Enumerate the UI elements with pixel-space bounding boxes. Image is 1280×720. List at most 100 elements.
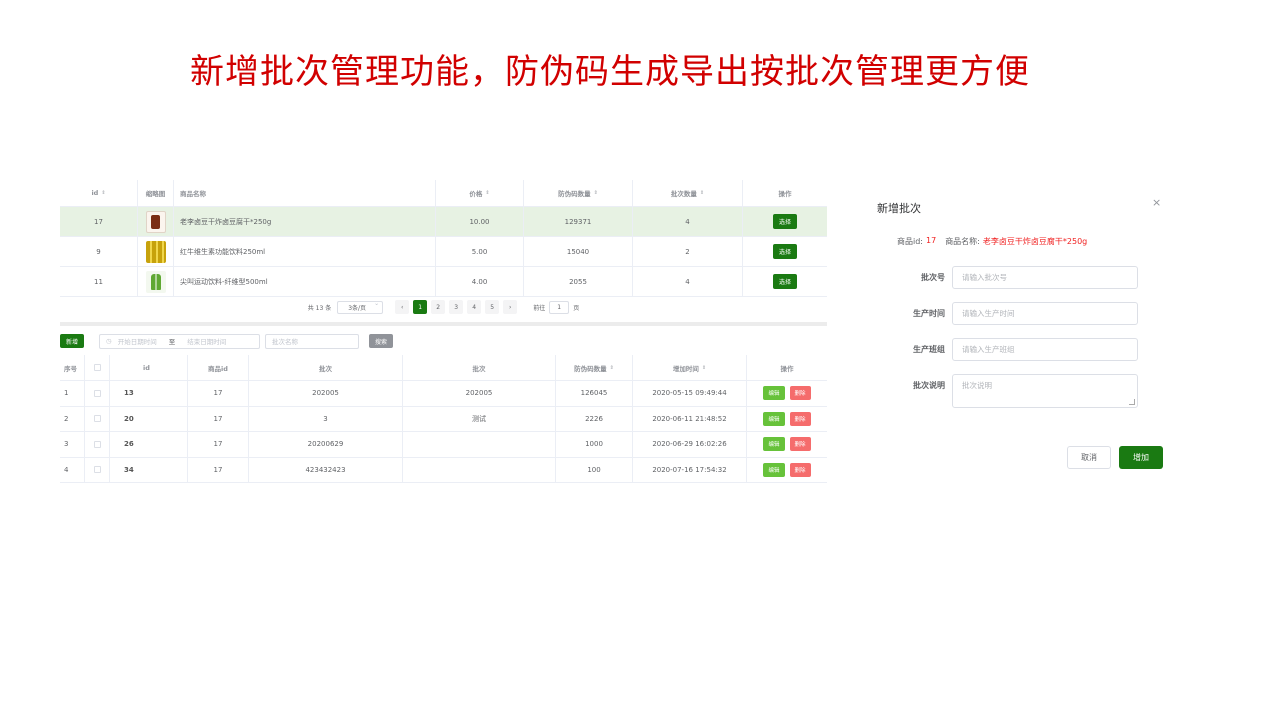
col-select-all: [85, 355, 110, 380]
start-date-input[interactable]: 开始日期时间: [118, 336, 157, 346]
col-name: 商品名称: [174, 180, 436, 206]
page-button-3[interactable]: 3: [449, 300, 464, 314]
col-price[interactable]: 价格 ⇕: [436, 180, 524, 206]
goto-page-input[interactable]: 1: [549, 300, 570, 314]
production-time-label: 生产时间: [913, 309, 945, 318]
page-button-4[interactable]: 4: [467, 300, 482, 314]
clock-icon: ◷: [106, 337, 112, 345]
select-button[interactable]: 选择: [772, 244, 797, 259]
confirm-add-button[interactable]: 增加: [1119, 446, 1163, 469]
row-product-id: 17: [188, 457, 249, 482]
sort-icon[interactable]: ⇕: [700, 190, 704, 196]
edit-button[interactable]: 编辑: [763, 386, 785, 401]
row-code-count: 15040: [524, 237, 633, 266]
col-add-time[interactable]: 增加时间 ⇕: [633, 355, 747, 380]
product-name-label: 商品名称:: [945, 237, 980, 246]
row-checkbox[interactable]: [93, 415, 101, 423]
product-table-header: id ⇕ 缩略图 商品名称 价格 ⇕ 防伪码数量 ⇕ 批次数量 ⇕ 操作: [60, 180, 827, 207]
table-row[interactable]: 4 34 17 423432423 100 2020-07-16 17:54:3…: [60, 457, 827, 483]
prev-page-button[interactable]: ‹: [395, 300, 410, 314]
row-batch: 20200629: [249, 432, 403, 457]
search-button[interactable]: 搜索: [369, 334, 394, 348]
batch-no-input[interactable]: 请输入批次号: [952, 266, 1138, 289]
edit-button[interactable]: 编辑: [763, 437, 785, 452]
end-date-input[interactable]: 结束日期时间: [187, 336, 226, 346]
goto-page: 前往 1 页: [533, 300, 580, 314]
thumbnail-cell: [138, 267, 174, 296]
next-page-button[interactable]: ›: [503, 300, 518, 314]
row-checkbox[interactable]: [93, 466, 101, 474]
table-row[interactable]: 9 红牛维生素功能饮料250ml 5.00 15040 2 选择: [60, 237, 827, 267]
col-op: 操作: [780, 364, 794, 373]
production-team-input[interactable]: 请输入生产班组: [952, 338, 1138, 361]
add-batch-button[interactable]: 新增: [60, 334, 85, 348]
col-id[interactable]: id ⇕: [60, 180, 138, 206]
page-button-5[interactable]: 5: [485, 300, 500, 314]
sort-icon[interactable]: ⇕: [101, 190, 105, 196]
batch-desc-label: 批次说明: [913, 381, 945, 390]
table-row[interactable]: 11 尖叫运动饮料-纤维型500ml 4.00 2055 4 选择: [60, 267, 827, 297]
row-name: 尖叫运动饮料-纤维型500ml: [174, 267, 436, 296]
row-batch-count: 2: [633, 237, 743, 266]
row-checkbox[interactable]: [93, 389, 101, 397]
row-checkbox[interactable]: [93, 440, 101, 448]
product-thumbnail: [145, 240, 166, 263]
select-button[interactable]: 选择: [772, 214, 797, 229]
form-row-batch-desc: 批次说明 批次说明: [860, 374, 1180, 408]
row-check-cell: [85, 457, 110, 482]
batch-desc-textarea[interactable]: 批次说明: [952, 374, 1138, 408]
row-price: 5.00: [436, 237, 524, 266]
row-code-count: 126045: [556, 381, 633, 406]
delete-button[interactable]: 删除: [789, 386, 811, 401]
row-code-count: 2226: [556, 406, 633, 431]
close-icon[interactable]: ×: [1152, 196, 1161, 209]
delete-button[interactable]: 删除: [789, 462, 811, 477]
row-batch-desc: 202005: [403, 381, 556, 406]
edit-button[interactable]: 编辑: [763, 462, 785, 477]
row-name: 红牛维生素功能饮料250ml: [174, 237, 436, 266]
table-row[interactable]: 17 老李卤豆干炸卤豆腐干*250g 10.00 129371 4 选择: [60, 207, 827, 237]
col-batch-count[interactable]: 批次数量 ⇕: [633, 180, 743, 206]
page-size-select[interactable]: 3条/页: [337, 300, 384, 314]
row-code-count: 129371: [524, 207, 633, 236]
product-table: id ⇕ 缩略图 商品名称 价格 ⇕ 防伪码数量 ⇕ 批次数量 ⇕ 操作 17 老李卤豆…: [60, 180, 827, 317]
production-time-input[interactable]: 请输入生产时间: [952, 302, 1138, 325]
table-row[interactable]: 2 20 17 3 测试 2226 2020-06-11 21:48:52 编辑…: [60, 406, 827, 432]
op-cell: 编辑 删除: [747, 432, 827, 457]
op-cell: 编辑 删除: [747, 407, 827, 432]
product-info: 商品id: 17 商品名称: 老李卤豆干炸卤豆腐干*250g: [897, 236, 1087, 247]
col-code-count[interactable]: 防伪码数量 ⇕: [524, 180, 633, 206]
sort-icon[interactable]: ⇕: [594, 190, 598, 196]
sort-icon[interactable]: ⇕: [485, 190, 489, 196]
date-range-picker[interactable]: ◷ 开始日期时间 至 结束日期时间: [99, 333, 261, 349]
row-code-count: 100: [556, 457, 633, 482]
product-name-value: 老李卤豆干炸卤豆腐干*250g: [982, 237, 1088, 246]
table-row[interactable]: 3 26 17 20200629 1000 2020-06-29 16:02:2…: [60, 432, 827, 458]
row-add-time: 2020-07-16 17:54:32: [633, 457, 747, 482]
sort-icon[interactable]: ⇕: [610, 365, 614, 371]
dialog-title: 新增批次: [877, 202, 921, 215]
delete-button[interactable]: 删除: [789, 411, 811, 426]
row-no: 2: [60, 406, 85, 431]
table-row[interactable]: 1 13 17 202005 202005 126045 2020-05-15 …: [60, 381, 827, 407]
select-button[interactable]: 选择: [772, 274, 797, 289]
page-button-2[interactable]: 2: [431, 300, 446, 314]
batch-name-input[interactable]: 批次名称: [265, 333, 360, 349]
page-button-1[interactable]: 1: [413, 300, 428, 314]
row-batch-desc: [403, 432, 556, 457]
batch-toolbar: 新增 ◷ 开始日期时间 至 结束日期时间 批次名称 搜索: [60, 333, 827, 349]
col-code-count[interactable]: 防伪码数量 ⇕: [556, 355, 633, 380]
select-all-checkbox[interactable]: [93, 364, 101, 371]
row-batch: 423432423: [249, 457, 403, 482]
row-add-time: 2020-05-15 09:49:44: [633, 381, 747, 406]
edit-button[interactable]: 编辑: [763, 411, 785, 426]
delete-button[interactable]: 删除: [789, 437, 811, 452]
goto-suffix: 页: [573, 304, 580, 312]
row-check-cell: [85, 432, 110, 457]
col-no: 序号: [60, 355, 85, 380]
row-no: 4: [60, 457, 85, 482]
cancel-button[interactable]: 取消: [1067, 446, 1111, 469]
sort-icon[interactable]: ⇕: [702, 365, 706, 371]
product-thumbnail: [145, 210, 166, 233]
op-cell: 编辑 删除: [747, 458, 827, 483]
